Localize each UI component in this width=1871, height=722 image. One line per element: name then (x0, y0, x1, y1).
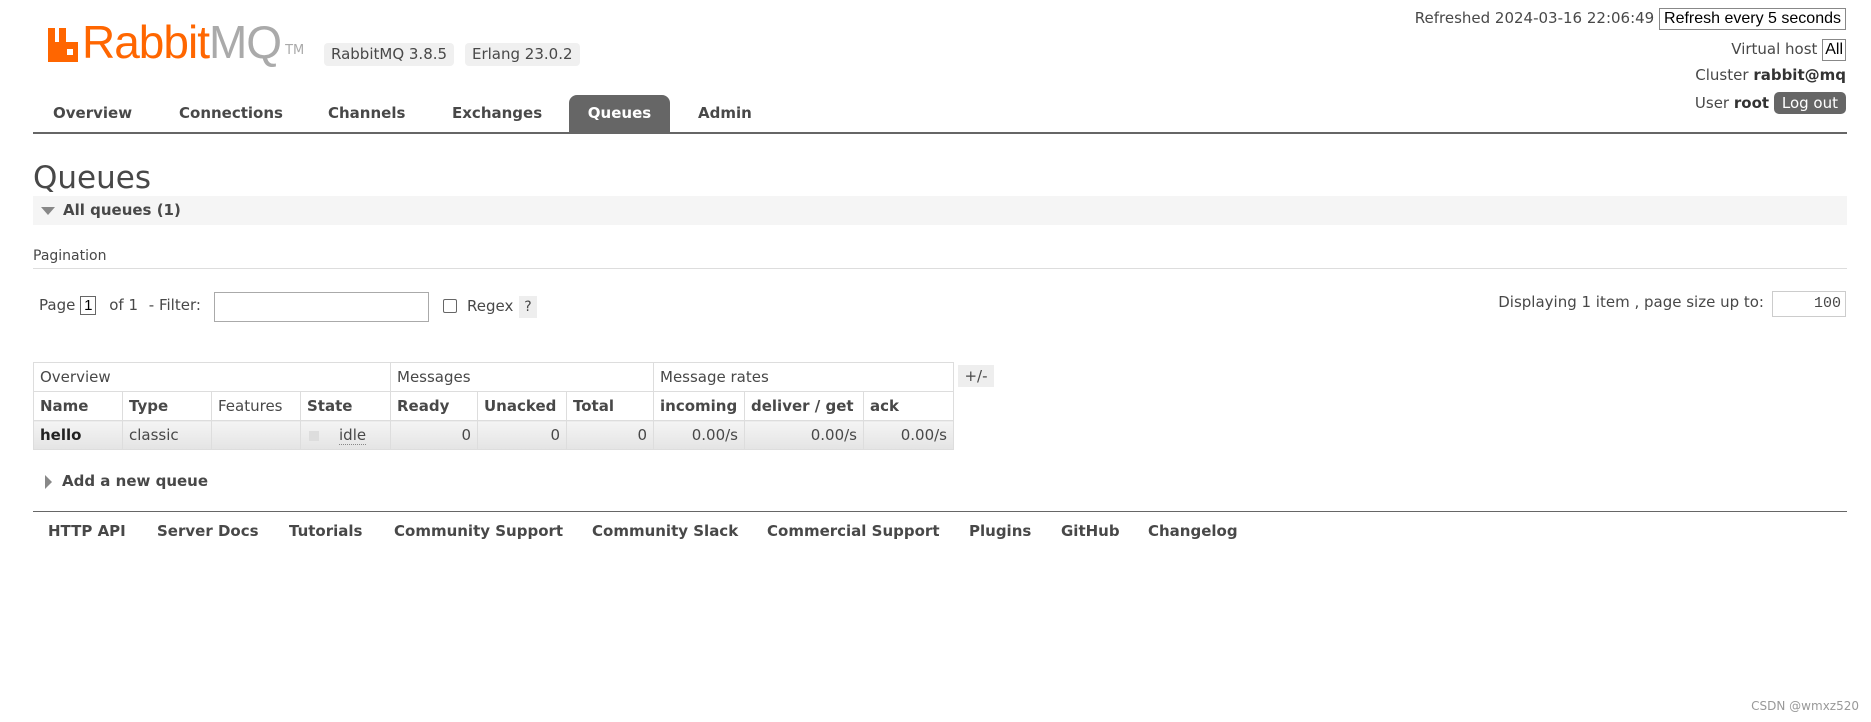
refreshed-timestamp: Refreshed 2024-03-16 22:06:49 (1414, 9, 1655, 27)
displaying-count: Displaying 1 item , page size up to: (1498, 293, 1764, 311)
footer-link-tutorials[interactable]: Tutorials (289, 522, 362, 540)
column-header-ready[interactable]: Ready (390, 391, 478, 421)
nav-divider (33, 132, 1847, 134)
cluster-label: Cluster (1695, 66, 1749, 84)
user-name: root (1733, 94, 1770, 112)
queue-name-link[interactable]: hello (33, 420, 123, 450)
footer-link-community-slack[interactable]: Community Slack (592, 522, 738, 540)
column-header-name[interactable]: Name (33, 391, 123, 421)
column-header-type[interactable]: Type (122, 391, 212, 421)
refresh-interval-select[interactable]: Refresh every 5 seconds (1659, 8, 1846, 30)
queues-table: Overview Messages Message rates Name Typ… (33, 362, 954, 450)
ready-count: 0 (390, 420, 478, 450)
tab-channels[interactable]: Channels (328, 95, 405, 132)
logout-button[interactable]: Log out (1773, 92, 1846, 114)
column-toggle-button[interactable]: +/- (958, 365, 994, 387)
page-label: Page (39, 296, 76, 314)
state-indicator-icon (309, 430, 319, 441)
footer-link-http-api[interactable]: HTTP API (48, 522, 126, 540)
all-queues-toggle[interactable]: All queues (1) (33, 196, 1847, 225)
rabbitmq-version-badge: RabbitMQ 3.8.5 (324, 43, 455, 66)
rabbit-logo-icon (48, 28, 78, 62)
tab-overview[interactable]: Overview (53, 95, 132, 132)
tab-connections[interactable]: Connections (179, 95, 283, 132)
vhost-label: Virtual host (1731, 40, 1818, 58)
column-header-state[interactable]: State (300, 391, 391, 421)
column-header-incoming[interactable]: incoming (653, 391, 745, 421)
total-count: 0 (566, 420, 654, 450)
user-label: User (1694, 94, 1730, 112)
regex-help-button[interactable]: ? (519, 296, 537, 318)
vhost-select[interactable]: All (1822, 39, 1846, 61)
tab-exchanges[interactable]: Exchanges (452, 95, 542, 132)
ack-rate: 0.00/s (863, 420, 954, 450)
erlang-version-badge: Erlang 23.0.2 (465, 43, 580, 66)
footer-link-plugins[interactable]: Plugins (969, 522, 1031, 540)
column-header-ack[interactable]: ack (863, 391, 954, 421)
group-header-overview: Overview (33, 362, 391, 392)
table-row: hello classic idle 0 0 0 0.00/s 0.00/s 0… (33, 420, 954, 450)
page-count: of 1 (109, 296, 139, 314)
pagination-divider (33, 268, 1847, 269)
footer-link-github[interactable]: GitHub (1061, 522, 1120, 540)
add-queue-toggle[interactable]: Add a new queue (33, 470, 208, 492)
regex-label: Regex (467, 297, 514, 315)
rabbitmq-logo: RabbitMQ TM (48, 19, 304, 65)
pagination-heading: Pagination (33, 248, 107, 264)
regex-checkbox[interactable] (443, 299, 457, 313)
group-header-message-rates: Message rates (653, 362, 954, 392)
column-header-features: Features (211, 391, 301, 421)
footer-link-changelog[interactable]: Changelog (1148, 522, 1238, 540)
column-header-deliver-get[interactable]: deliver / get (744, 391, 864, 421)
footer-link-server-docs[interactable]: Server Docs (157, 522, 259, 540)
queue-type: classic (122, 420, 212, 450)
unacked-count: 0 (477, 420, 567, 450)
footer-divider (33, 511, 1847, 512)
cluster-name: rabbit@mq (1753, 66, 1846, 84)
filter-label: - Filter: (148, 296, 201, 314)
page-size-input[interactable]: 100 (1772, 291, 1846, 317)
column-header-total[interactable]: Total (566, 391, 654, 421)
group-header-messages: Messages (390, 362, 654, 392)
column-header-unacked[interactable]: Unacked (477, 391, 567, 421)
footer-link-community-support[interactable]: Community Support (394, 522, 563, 540)
queue-state: idle (339, 426, 367, 445)
filter-input[interactable] (214, 292, 429, 322)
page-select[interactable]: 1 (80, 296, 97, 315)
incoming-rate: 0.00/s (653, 420, 745, 450)
collapse-triangle-icon (41, 206, 55, 215)
deliver-get-rate: 0.00/s (744, 420, 864, 450)
watermark: CSDN @wmxz520 (1751, 699, 1859, 713)
expand-triangle-icon (45, 474, 52, 489)
queue-features (211, 420, 301, 450)
tab-admin[interactable]: Admin (698, 95, 752, 132)
tab-queues[interactable]: Queues (569, 95, 670, 132)
footer-link-commercial-support[interactable]: Commercial Support (767, 522, 940, 540)
page-title: Queues (33, 160, 151, 196)
